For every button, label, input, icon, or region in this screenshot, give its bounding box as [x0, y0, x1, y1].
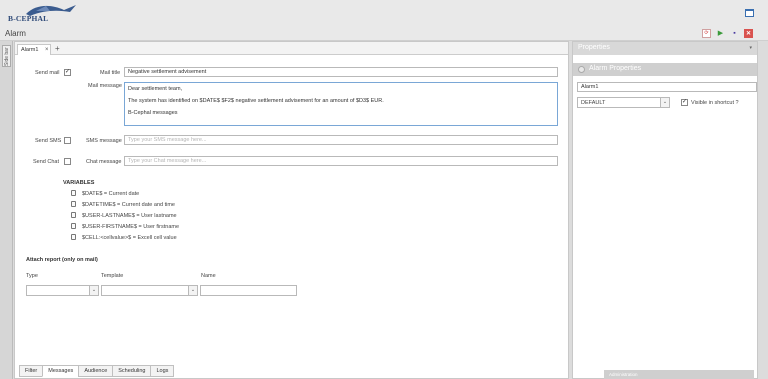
- pin-icon[interactable]: ▾: [749, 45, 752, 51]
- sms-message-label: SMS message: [86, 138, 122, 144]
- visible-in-shortcut-checkbox[interactable]: ✓: [681, 99, 688, 106]
- tab-messages[interactable]: Messages: [42, 365, 80, 377]
- bottom-tabs: Filter Messages Audience Scheduling Logs: [19, 365, 175, 378]
- mail-message-textarea[interactable]: Dear settlement team, The system has ide…: [124, 82, 558, 126]
- refresh-button[interactable]: ⟳: [702, 29, 711, 38]
- copy-icon[interactable]: [71, 190, 76, 196]
- send-mail-checkbox[interactable]: ✓: [64, 69, 71, 76]
- variable-text: $USER-LASTNAME$ = User lastname: [82, 213, 177, 219]
- mail-title-input[interactable]: Negative settlement advisement: [124, 67, 558, 77]
- tab-scheduling[interactable]: Scheduling: [112, 365, 152, 377]
- group-select-value: DEFAULT: [581, 100, 606, 106]
- alarm-name-input[interactable]: Alarm1: [577, 82, 757, 92]
- mail-title-label: Mail title: [100, 70, 121, 76]
- report-name-input[interactable]: [200, 285, 297, 296]
- variable-item[interactable]: $USER-FIRSTNAME$ = User firstname: [71, 223, 179, 232]
- tab-label: Alarm1: [21, 47, 39, 53]
- sms-message-input[interactable]: Type your SMS message here...: [124, 135, 558, 145]
- logo-text: B-CEPHAL: [8, 14, 49, 23]
- sidebar-strip: [0, 41, 13, 379]
- chat-message-input[interactable]: Type your Chat message here...: [124, 156, 558, 166]
- alarm-properties-title: Alarm Properties: [589, 65, 642, 72]
- send-chat-label: Send Chat: [33, 159, 59, 165]
- variable-text: $CELL:<cellvalue>$ = Excell cell value: [82, 235, 177, 241]
- mail-message-line: B-Cephal messages: [128, 110, 178, 116]
- chevron-down-icon[interactable]: ⌄: [188, 286, 197, 295]
- send-sms-checkbox[interactable]: [64, 137, 71, 144]
- sidebar-toggle-label: Side bar: [4, 47, 10, 66]
- document-tabstrip: Alarm1 × +: [15, 42, 568, 55]
- template-select[interactable]: ⌄: [101, 285, 198, 296]
- variable-item[interactable]: $CELL:<cellvalue>$ = Excell cell value: [71, 234, 177, 243]
- window-icon[interactable]: [745, 9, 754, 17]
- variables-title: VARIABLES: [63, 180, 95, 186]
- alarm-properties-header[interactable]: Alarm Properties: [573, 63, 757, 76]
- copy-icon[interactable]: [71, 212, 76, 218]
- right-edge: [760, 41, 768, 379]
- tab-audience[interactable]: Audience: [78, 365, 114, 377]
- tab-alarm1[interactable]: Alarm1 ×: [17, 44, 51, 55]
- tab-close-icon[interactable]: ×: [45, 45, 49, 55]
- tab-logs[interactable]: Logs: [150, 365, 175, 377]
- chat-message-label: Chat message: [86, 159, 122, 165]
- properties-icon: [578, 66, 585, 73]
- copy-icon[interactable]: [71, 234, 76, 240]
- close-button[interactable]: ✕: [744, 29, 753, 38]
- send-sms-label: Send SMS: [35, 138, 62, 144]
- mail-message-label: Mail message: [88, 83, 122, 89]
- mail-message-line: Dear settlement team,: [128, 86, 183, 92]
- copy-icon[interactable]: [71, 223, 76, 229]
- copy-icon[interactable]: [71, 201, 76, 207]
- administration-bar[interactable]: Administration: [604, 370, 754, 379]
- mail-message-line: The system has identified on $DATE$ $F2$…: [128, 98, 384, 104]
- send-mail-label: Send mail: [35, 70, 60, 76]
- variable-item[interactable]: $USER-LASTNAME$ = User lastname: [71, 212, 177, 221]
- properties-panel: Properties ▾ Alarm Properties Alarm1 DEF…: [572, 41, 758, 379]
- tab-filter[interactable]: Filter: [19, 365, 44, 377]
- chevron-down-icon[interactable]: ⌄: [89, 286, 98, 295]
- save-button[interactable]: ▪: [730, 29, 739, 38]
- add-tab-button[interactable]: +: [55, 44, 60, 53]
- properties-header: Properties ▾: [573, 42, 757, 55]
- visible-in-shortcut-label: Visible in shortcut ?: [691, 100, 739, 106]
- attach-report-title: Attach report (only on mail): [26, 257, 98, 263]
- chevron-down-icon[interactable]: ⌄: [660, 98, 669, 107]
- run-button[interactable]: ▶: [716, 29, 725, 38]
- template-label: Template: [101, 273, 124, 279]
- variable-item[interactable]: $DATE$ = Current date: [71, 190, 139, 199]
- variable-text: $DATETIME$ = Current date and time: [82, 202, 175, 208]
- variable-item[interactable]: $DATETIME$ = Current date and time: [71, 201, 175, 210]
- properties-title: Properties: [578, 44, 610, 51]
- variable-text: $DATE$ = Current date: [82, 191, 140, 197]
- type-select[interactable]: ⌄: [26, 285, 99, 296]
- name-label: Name: [201, 273, 216, 279]
- send-chat-checkbox[interactable]: [64, 158, 71, 165]
- variable-text: $USER-FIRSTNAME$ = User firstname: [82, 224, 180, 230]
- group-select[interactable]: DEFAULT ⌄: [577, 97, 670, 108]
- type-label: Type: [26, 273, 38, 279]
- alarm-editor: Alarm1 × + Send mail ✓ Mail title Negati…: [14, 41, 569, 379]
- top-bar: B-CEPHAL Alarm ⟳ ▶ ▪ ✕: [0, 0, 768, 41]
- page-title: Alarm: [5, 29, 26, 38]
- sidebar-toggle[interactable]: Side bar: [2, 45, 11, 67]
